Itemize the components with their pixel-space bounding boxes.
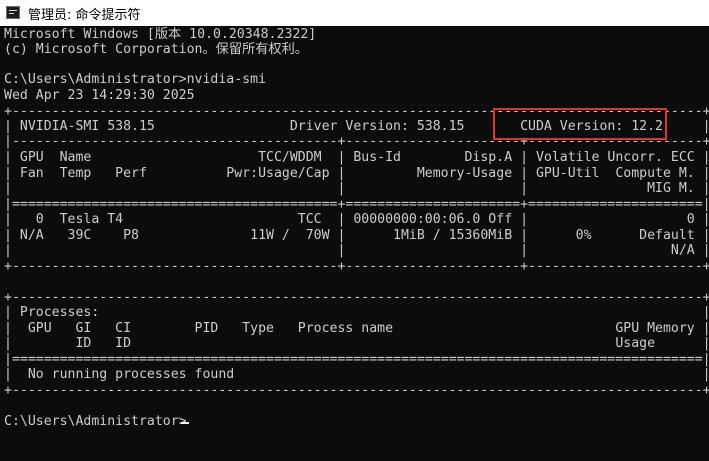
window-title: 管理员: 命令提示符 xyxy=(28,8,141,23)
console-line: Microsoft Windows [版本 10.0.20348.2322] xyxy=(4,27,317,42)
table-border: +---------------------------------------… xyxy=(4,290,709,305)
table-header-line: | | | MIG M. | xyxy=(4,181,709,196)
title-bar[interactable]: 管理员: 命令提示符 xyxy=(0,0,709,26)
console-line: Wed Apr 23 14:29:30 2025 xyxy=(4,88,195,103)
gpu-row-line: | | | N/A | xyxy=(4,243,709,258)
text-cursor xyxy=(181,422,189,424)
command-prompt[interactable]: C:\Users\Administrator> xyxy=(4,414,187,430)
cuda-version-highlight-box xyxy=(493,108,667,140)
processes-title-line: | Processes: | xyxy=(4,305,709,320)
table-border: +---------------------------------------… xyxy=(4,383,709,398)
console-line: C:\Users\Administrator>nvidia-smi xyxy=(4,72,267,87)
table-border: +---------------------------------------… xyxy=(4,259,709,274)
table-header-line: | GPU Name TCC/WDDM | Bus-Id Disp.A | Vo… xyxy=(4,150,709,165)
processes-header-line: | ID ID Usage | xyxy=(4,336,709,351)
gpu-row-line: | N/A 39C P8 11W / 70W | 1MiB / 15360MiB… xyxy=(4,228,709,243)
processes-header-line: | GPU GI CI PID Type Process name GPU Me… xyxy=(4,321,709,336)
no-processes-line: | No running processes found | xyxy=(4,367,709,382)
console-line: (c) Microsoft Corporation。保留所有权利。 xyxy=(4,42,308,57)
table-border: |=======================================… xyxy=(4,352,709,367)
cmd-console-icon xyxy=(6,6,20,19)
gpu-row-line: | 0 Tesla T4 TCC | 00000000:00:06.0 Off … xyxy=(4,212,709,227)
table-header-line: | Fan Temp Perf Pwr:Usage/Cap | Memory-U… xyxy=(4,166,709,181)
console-output[interactable]: Microsoft Windows [版本 10.0.20348.2322] (… xyxy=(0,26,709,461)
table-border: |=======================================… xyxy=(4,197,709,212)
